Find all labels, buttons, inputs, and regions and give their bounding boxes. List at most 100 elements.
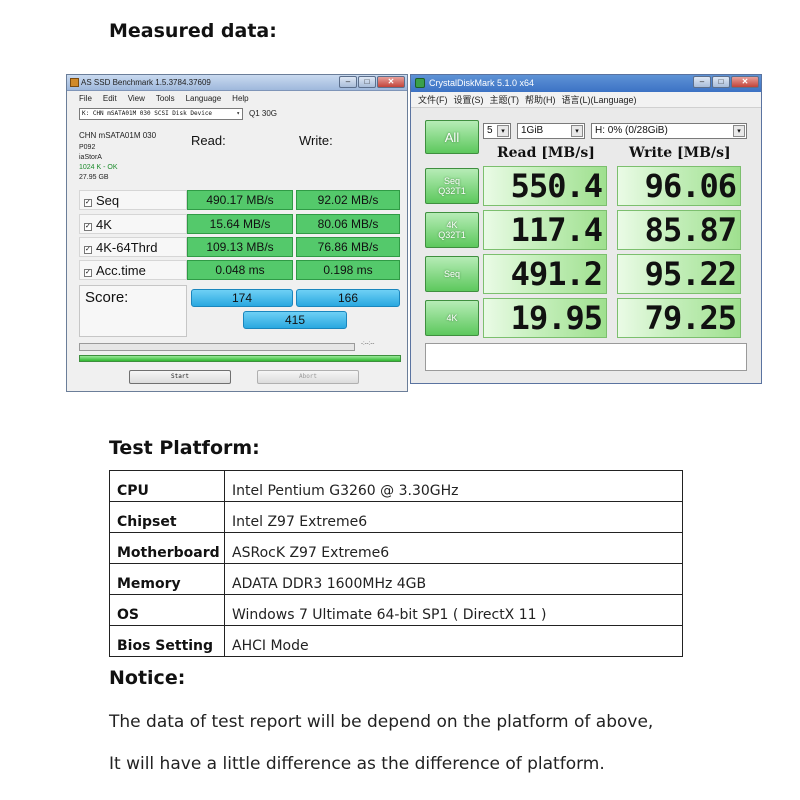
row-4k[interactable]: ✓ 4K [79, 214, 187, 234]
drive-firmware: P092 [79, 144, 96, 151]
drive-capacity: 27.95 GB [79, 174, 109, 181]
drive-select[interactable]: K: CHN mSATA01M 030 SCSI Disk Device ▾ [79, 108, 243, 120]
row-label: Acc.time [96, 263, 146, 278]
row-label: Seq [96, 193, 120, 208]
notice-text: It will have a little difference as the … [109, 754, 605, 774]
4k-64thrd-write-value: 76.86 MB/s [296, 237, 400, 257]
minimize-button[interactable]: – [339, 76, 357, 88]
elapsed-timer: -:--:-- [361, 341, 375, 347]
test-label: Seq [443, 176, 460, 186]
test-label: 4K [446, 220, 458, 230]
write-column-header: Write [MB/s] [629, 145, 731, 161]
menu-help[interactable]: Help [232, 91, 248, 106]
spec-key: Chipset [109, 501, 225, 533]
score-write: 166 [296, 289, 400, 307]
abort-button[interactable]: Abort [257, 370, 359, 384]
menu-language[interactable]: 语言(L)(Language) [562, 92, 637, 107]
test-size-label: Q1 30G [249, 109, 278, 118]
acc-time-read-value: 0.048 ms [187, 260, 293, 280]
checkbox[interactable]: ✓ [84, 223, 92, 231]
spec-value: Windows 7 Ultimate 64-bit SP1 ( DirectX … [224, 594, 683, 626]
4k-q32t1-read: 117.4 [483, 210, 607, 250]
test-sublabel: Q32T1 [438, 230, 466, 240]
score-label: Score: [85, 289, 129, 306]
test-label: Seq [443, 269, 460, 279]
test-label: 4K [446, 313, 458, 323]
minimize-button[interactable]: – [693, 76, 711, 88]
drive-alignment: 1024 K - OK [79, 164, 118, 171]
notice-heading: Notice: [109, 667, 186, 689]
menu-edit[interactable]: Edit [103, 91, 117, 106]
seq-button[interactable]: Seq [425, 256, 479, 292]
read-column-header: Read: [191, 133, 226, 148]
menu-tools[interactable]: Tools [156, 91, 175, 106]
count-select-value: 5 [487, 125, 493, 136]
maximize-button[interactable]: □ [712, 76, 730, 88]
test-sublabel: Q32T1 [438, 186, 466, 196]
seq-q32t1-button[interactable]: Seq Q32T1 [425, 168, 479, 204]
size-select-value: 1GiB [521, 125, 544, 136]
score-read: 174 [191, 289, 293, 307]
spec-value: ADATA DDR3 1600MHz 4GB [224, 563, 683, 595]
measured-data-heading: Measured data: [109, 20, 277, 42]
maximize-button[interactable]: □ [358, 76, 376, 88]
spec-key: Motherboard [109, 532, 225, 564]
menu-file[interactable]: 文件(F) [418, 92, 448, 107]
count-select[interactable]: 5 ▾ [483, 123, 511, 139]
as-ssd-title: AS SSD Benchmark 1.5.3784.37609 [81, 78, 211, 87]
drive-select-value: K: CHN mSATA01M 030 SCSI Disk Device [82, 110, 213, 117]
cdm-app-icon [415, 78, 425, 88]
seq-read-value: 490.17 MB/s [187, 190, 293, 210]
seq-write: 95.22 [617, 254, 741, 294]
table-row: OS Windows 7 Ultimate 64-bit SP1 ( Direc… [109, 594, 683, 626]
row-acc-time[interactable]: ✓ Acc.time [79, 260, 187, 280]
cdm-titlebar[interactable]: CrystalDiskMark 5.1.0 x64 – □ ✕ [411, 75, 761, 92]
spec-value: AHCI Mode [224, 625, 683, 657]
read-column-header: Read [MB/s] [497, 145, 595, 161]
as-ssd-titlebar[interactable]: AS SSD Benchmark 1.5.3784.37609 – □ ✕ [67, 75, 407, 91]
comment-input[interactable] [425, 343, 747, 371]
seq-read: 491.2 [483, 254, 607, 294]
row-label: 4K-64Thrd [96, 240, 158, 255]
as-ssd-app-icon [70, 78, 79, 87]
chevron-down-icon: ▾ [571, 125, 583, 137]
close-button[interactable]: ✕ [731, 76, 759, 88]
status-bar [79, 355, 401, 362]
as-ssd-toolbar: K: CHN mSATA01M 030 SCSI Disk Device ▾ Q… [67, 106, 407, 121]
menu-theme[interactable]: 主题(T) [490, 92, 520, 107]
start-button[interactable]: Start [129, 370, 231, 384]
spec-key: Bios Setting [109, 625, 225, 657]
menu-settings[interactable]: 设置(S) [454, 92, 484, 107]
close-button[interactable]: ✕ [377, 76, 405, 88]
spec-value: Intel Z97 Extreme6 [224, 501, 683, 533]
notice-text: The data of test report will be depend o… [109, 712, 654, 732]
seq-q32t1-write: 96.06 [617, 166, 741, 206]
drive-model: CHN mSATA01M 030 [79, 131, 157, 140]
drive-select-value: H: 0% (0/28GiB) [595, 125, 668, 136]
cdm-title: CrystalDiskMark 5.1.0 x64 [429, 78, 535, 88]
row-4k-64thrd[interactable]: ✓ 4K-64Thrd [79, 237, 187, 257]
as-ssd-window: AS SSD Benchmark 1.5.3784.37609 – □ ✕ Fi… [66, 74, 408, 392]
menu-file[interactable]: File [79, 91, 92, 106]
checkbox[interactable]: ✓ [84, 246, 92, 254]
all-button[interactable]: All [425, 120, 479, 154]
4k-read: 19.95 [483, 298, 607, 338]
4k-write-value: 80.06 MB/s [296, 214, 400, 234]
4k-button[interactable]: 4K [425, 300, 479, 336]
spec-key: Memory [109, 563, 225, 595]
row-seq[interactable]: ✓ Seq [79, 190, 187, 210]
menu-language[interactable]: Language [186, 91, 222, 106]
drive-driver: iaStorA [79, 154, 102, 161]
spec-key: CPU [109, 470, 225, 502]
acc-time-write-value: 0.198 ms [296, 260, 400, 280]
menu-view[interactable]: View [128, 91, 145, 106]
menu-help[interactable]: 帮助(H) [525, 92, 556, 107]
as-ssd-menubar: File Edit View Tools Language Help [67, 91, 407, 106]
4k-q32t1-button[interactable]: 4K Q32T1 [425, 212, 479, 248]
size-select[interactable]: 1GiB ▾ [517, 123, 585, 139]
spec-key: OS [109, 594, 225, 626]
drive-select[interactable]: H: 0% (0/28GiB) ▾ [591, 123, 747, 139]
checkbox[interactable]: ✓ [84, 269, 92, 277]
table-row: Chipset Intel Z97 Extreme6 [109, 501, 683, 533]
checkbox[interactable]: ✓ [84, 199, 92, 207]
